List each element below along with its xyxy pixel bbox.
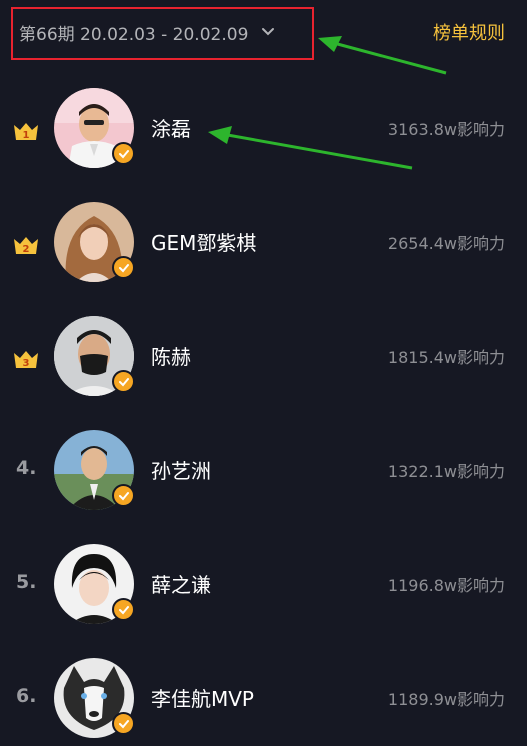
influence-score: 1196.8w影响力 bbox=[387, 576, 505, 595]
period-label: 第66期 20.02.03 - 20.02.09 bbox=[19, 24, 249, 45]
ranking-page: 第66期 20.02.03 - 20.02.09 榜单规则 1 涂磊 3163.… bbox=[0, 0, 527, 746]
rank-number: 3 bbox=[23, 358, 30, 369]
rank-number: 1 bbox=[23, 130, 30, 141]
influence-score: 1189.9w影响力 bbox=[387, 690, 505, 709]
ranking-row[interactable]: 2 GEM鄧紫棋 2654.4w影响力 bbox=[0, 196, 527, 292]
crown-icon: 2 bbox=[14, 237, 38, 255]
influence-score: 3163.8w影响力 bbox=[387, 120, 505, 139]
ranking-rules-link[interactable]: 榜单规则 bbox=[433, 19, 505, 45]
rank-crown: 1 bbox=[12, 120, 40, 142]
period-selector[interactable]: 第66期 20.02.03 - 20.02.09 bbox=[19, 20, 276, 45]
ranking-row[interactable]: 3 陈赫 1815.4w影响力 bbox=[0, 310, 527, 406]
verified-check-icon bbox=[112, 484, 135, 507]
verified-check-icon bbox=[112, 712, 135, 735]
ranking-row[interactable]: 4. 孙艺洲 1322.1w影响力 bbox=[0, 424, 527, 520]
verified-check-icon bbox=[112, 598, 135, 621]
user-name[interactable]: GEM鄧紫棋 bbox=[151, 227, 256, 256]
ranking-row[interactable]: 5. 薛之谦 1196.8w影响力 bbox=[0, 538, 527, 634]
influence-score: 1815.4w影响力 bbox=[387, 348, 505, 367]
ranking-row[interactable]: 6. 李佳航MVP 1189.9w影响力 bbox=[0, 652, 527, 746]
rank-crown: 3 bbox=[12, 348, 40, 370]
verified-check-icon bbox=[112, 142, 135, 165]
rank-number: 6. bbox=[16, 685, 37, 707]
rank-number: 4. bbox=[16, 457, 37, 479]
user-name[interactable]: 李佳航MVP bbox=[151, 683, 254, 712]
rank-number: 5. bbox=[16, 571, 37, 593]
user-name[interactable]: 涂磊 bbox=[151, 113, 191, 142]
user-name[interactable]: 薛之谦 bbox=[151, 569, 211, 598]
rank-crown: 2 bbox=[12, 234, 40, 256]
user-name[interactable]: 陈赫 bbox=[151, 341, 191, 370]
user-name[interactable]: 孙艺洲 bbox=[151, 455, 211, 484]
influence-score: 1322.1w影响力 bbox=[387, 462, 505, 481]
rank-number: 2 bbox=[23, 244, 30, 255]
verified-check-icon bbox=[112, 256, 135, 279]
crown-icon: 3 bbox=[14, 351, 38, 369]
verified-check-icon bbox=[112, 370, 135, 393]
chevron-down-icon bbox=[262, 28, 275, 36]
influence-score: 2654.4w影响力 bbox=[387, 234, 505, 253]
ranking-row[interactable]: 1 涂磊 3163.8w影响力 bbox=[0, 82, 527, 178]
crown-icon: 1 bbox=[14, 123, 38, 141]
arrow-icon bbox=[318, 36, 447, 75]
